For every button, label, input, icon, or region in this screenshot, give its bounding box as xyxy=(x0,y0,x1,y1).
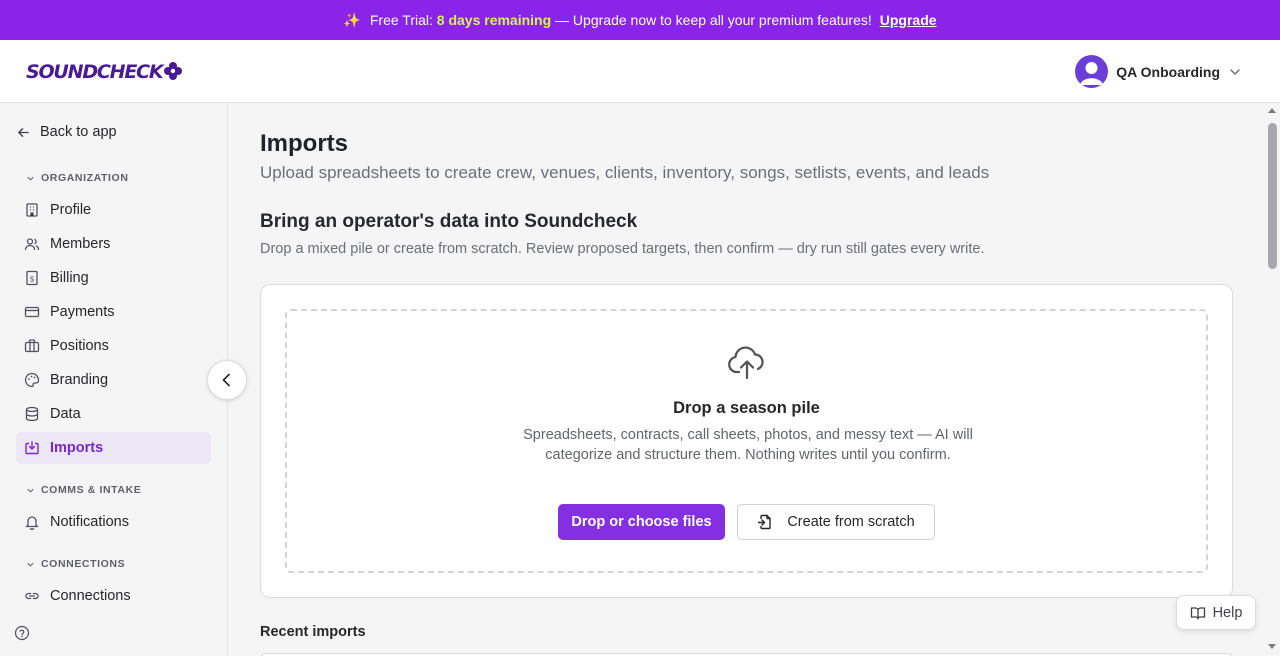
dropzone-text: Spreadsheets, contracts, call sheets, ph… xyxy=(523,427,973,463)
help-label: Help xyxy=(1212,604,1243,621)
sidebar-item-data[interactable]: Data xyxy=(16,398,211,430)
sidebar-item-label: Profile xyxy=(50,202,92,218)
file-plus-icon xyxy=(758,514,772,530)
scroll-up-arrow[interactable] xyxy=(1268,108,1276,113)
sparkles-icon: ✨ xyxy=(343,11,361,28)
sidebar-item-label: Notifications xyxy=(50,514,129,530)
sidebar-item-branding[interactable]: Branding xyxy=(16,364,211,396)
back-to-app-label: Back to app xyxy=(40,124,117,140)
sidebar-item-label: Imports xyxy=(50,440,104,456)
back-to-app-link[interactable]: Back to app xyxy=(16,124,117,140)
user-name: QA Onboarding xyxy=(1116,63,1220,80)
banner-message: — Upgrade now to keep all your premium f… xyxy=(555,12,872,28)
chevron-down-icon xyxy=(27,488,34,493)
user-menu[interactable]: QA Onboarding xyxy=(1075,55,1242,88)
building-icon xyxy=(26,203,38,217)
page-subtitle: Upload spreadsheets to create crew, venu… xyxy=(260,163,990,182)
sidebar-item-label: Branding xyxy=(50,372,109,388)
palette-icon xyxy=(24,372,40,388)
sidebar-item-notifications[interactable]: Notifications xyxy=(16,506,211,538)
book-open-icon xyxy=(1190,606,1205,620)
banner-prefix: Free Trial: xyxy=(369,12,433,28)
top-header: SOUNDCHECK QA Onboarding xyxy=(0,40,1280,103)
dropzone-title: Drop a season pile xyxy=(673,399,820,417)
logo-flower-icon xyxy=(164,62,183,80)
sidebar-item-profile[interactable]: Profile xyxy=(16,194,211,226)
soundcheck-logo[interactable]: SOUNDCHECK xyxy=(26,58,183,86)
trial-banner: ✨ Free Trial: 8 days remaining — Upgrade… xyxy=(0,0,1280,40)
credit-card-icon xyxy=(24,306,40,318)
sidebar-item-billing[interactable]: $ Billing xyxy=(16,262,211,294)
sidebar-item-members[interactable]: Members xyxy=(16,228,211,260)
sidebar-item-label: Members xyxy=(50,236,111,252)
help-button[interactable]: Help xyxy=(1176,595,1256,630)
help-circle-icon[interactable] xyxy=(14,625,30,646)
section-label: CONNECTIONS xyxy=(41,558,126,570)
billing-icon: $ xyxy=(26,270,38,286)
chevron-down-icon xyxy=(1230,68,1240,75)
users-icon xyxy=(24,238,40,251)
briefcase-icon xyxy=(24,339,40,353)
scroll-thumb[interactable] xyxy=(1268,123,1277,269)
bell-icon xyxy=(25,516,39,530)
chevron-down-icon xyxy=(27,562,34,567)
section-comms-intake[interactable]: COMMS & INTAKE xyxy=(26,484,141,496)
database-icon xyxy=(25,406,39,422)
page-title: Imports xyxy=(260,130,349,157)
logo-text: SOUNDCHECK xyxy=(26,61,164,83)
sidebar-item-label: Positions xyxy=(50,338,109,354)
section-label: ORGANIZATION xyxy=(41,172,129,184)
section-connections[interactable]: CONNECTIONS xyxy=(26,558,125,570)
sidebar-item-connections[interactable]: Connections xyxy=(16,580,211,612)
section-organization[interactable]: ORGANIZATION xyxy=(26,172,129,184)
recent-imports-title: Recent imports xyxy=(260,624,366,640)
main-scrollbar[interactable] xyxy=(1265,103,1280,656)
create-from-scratch-button[interactable]: Create from scratch xyxy=(737,504,935,540)
scroll-down-arrow[interactable] xyxy=(1268,644,1276,649)
chevron-down-icon xyxy=(27,176,34,181)
settings-sidebar: Back to app ORGANIZATION Profile Members… xyxy=(0,103,228,656)
file-dropzone[interactable]: Drop a season pile Spreadsheets, contrac… xyxy=(285,309,1208,573)
main-content: Imports Upload spreadsheets to create cr… xyxy=(229,103,1265,656)
sidebar-item-imports[interactable]: Imports xyxy=(16,432,211,464)
banner-days-remaining: 8 days remaining xyxy=(436,12,552,28)
link-icon xyxy=(25,592,39,600)
chevron-left-icon xyxy=(222,373,230,387)
upgrade-link[interactable]: Upgrade xyxy=(880,12,937,28)
sidebar-item-label: Connections xyxy=(50,588,131,604)
import-card: Drop a season pile Spreadsheets, contrac… xyxy=(260,284,1233,598)
user-avatar-icon xyxy=(1080,62,1104,85)
sidebar-item-label: Payments xyxy=(50,304,115,320)
svg-text:$: $ xyxy=(29,275,34,284)
create-from-scratch-label: Create from scratch xyxy=(787,514,915,530)
arrow-left-icon xyxy=(18,127,29,137)
section-description: Drop a mixed pile or create from scratch… xyxy=(260,241,985,257)
section-label: COMMS & INTAKE xyxy=(41,484,142,496)
choose-files-button[interactable]: Drop or choose files xyxy=(558,504,725,540)
sidebar-item-label: Data xyxy=(50,406,81,422)
cloud-upload-icon xyxy=(728,346,764,380)
sidebar-item-positions[interactable]: Positions xyxy=(16,330,211,362)
collapse-sidebar-button[interactable] xyxy=(207,360,247,400)
sidebar-item-label: Billing xyxy=(50,270,89,286)
avatar xyxy=(1075,55,1109,88)
section-title: Bring an operator's data into Soundcheck xyxy=(260,211,638,232)
import-icon xyxy=(25,441,39,455)
sidebar-item-payments[interactable]: Payments xyxy=(16,296,211,328)
